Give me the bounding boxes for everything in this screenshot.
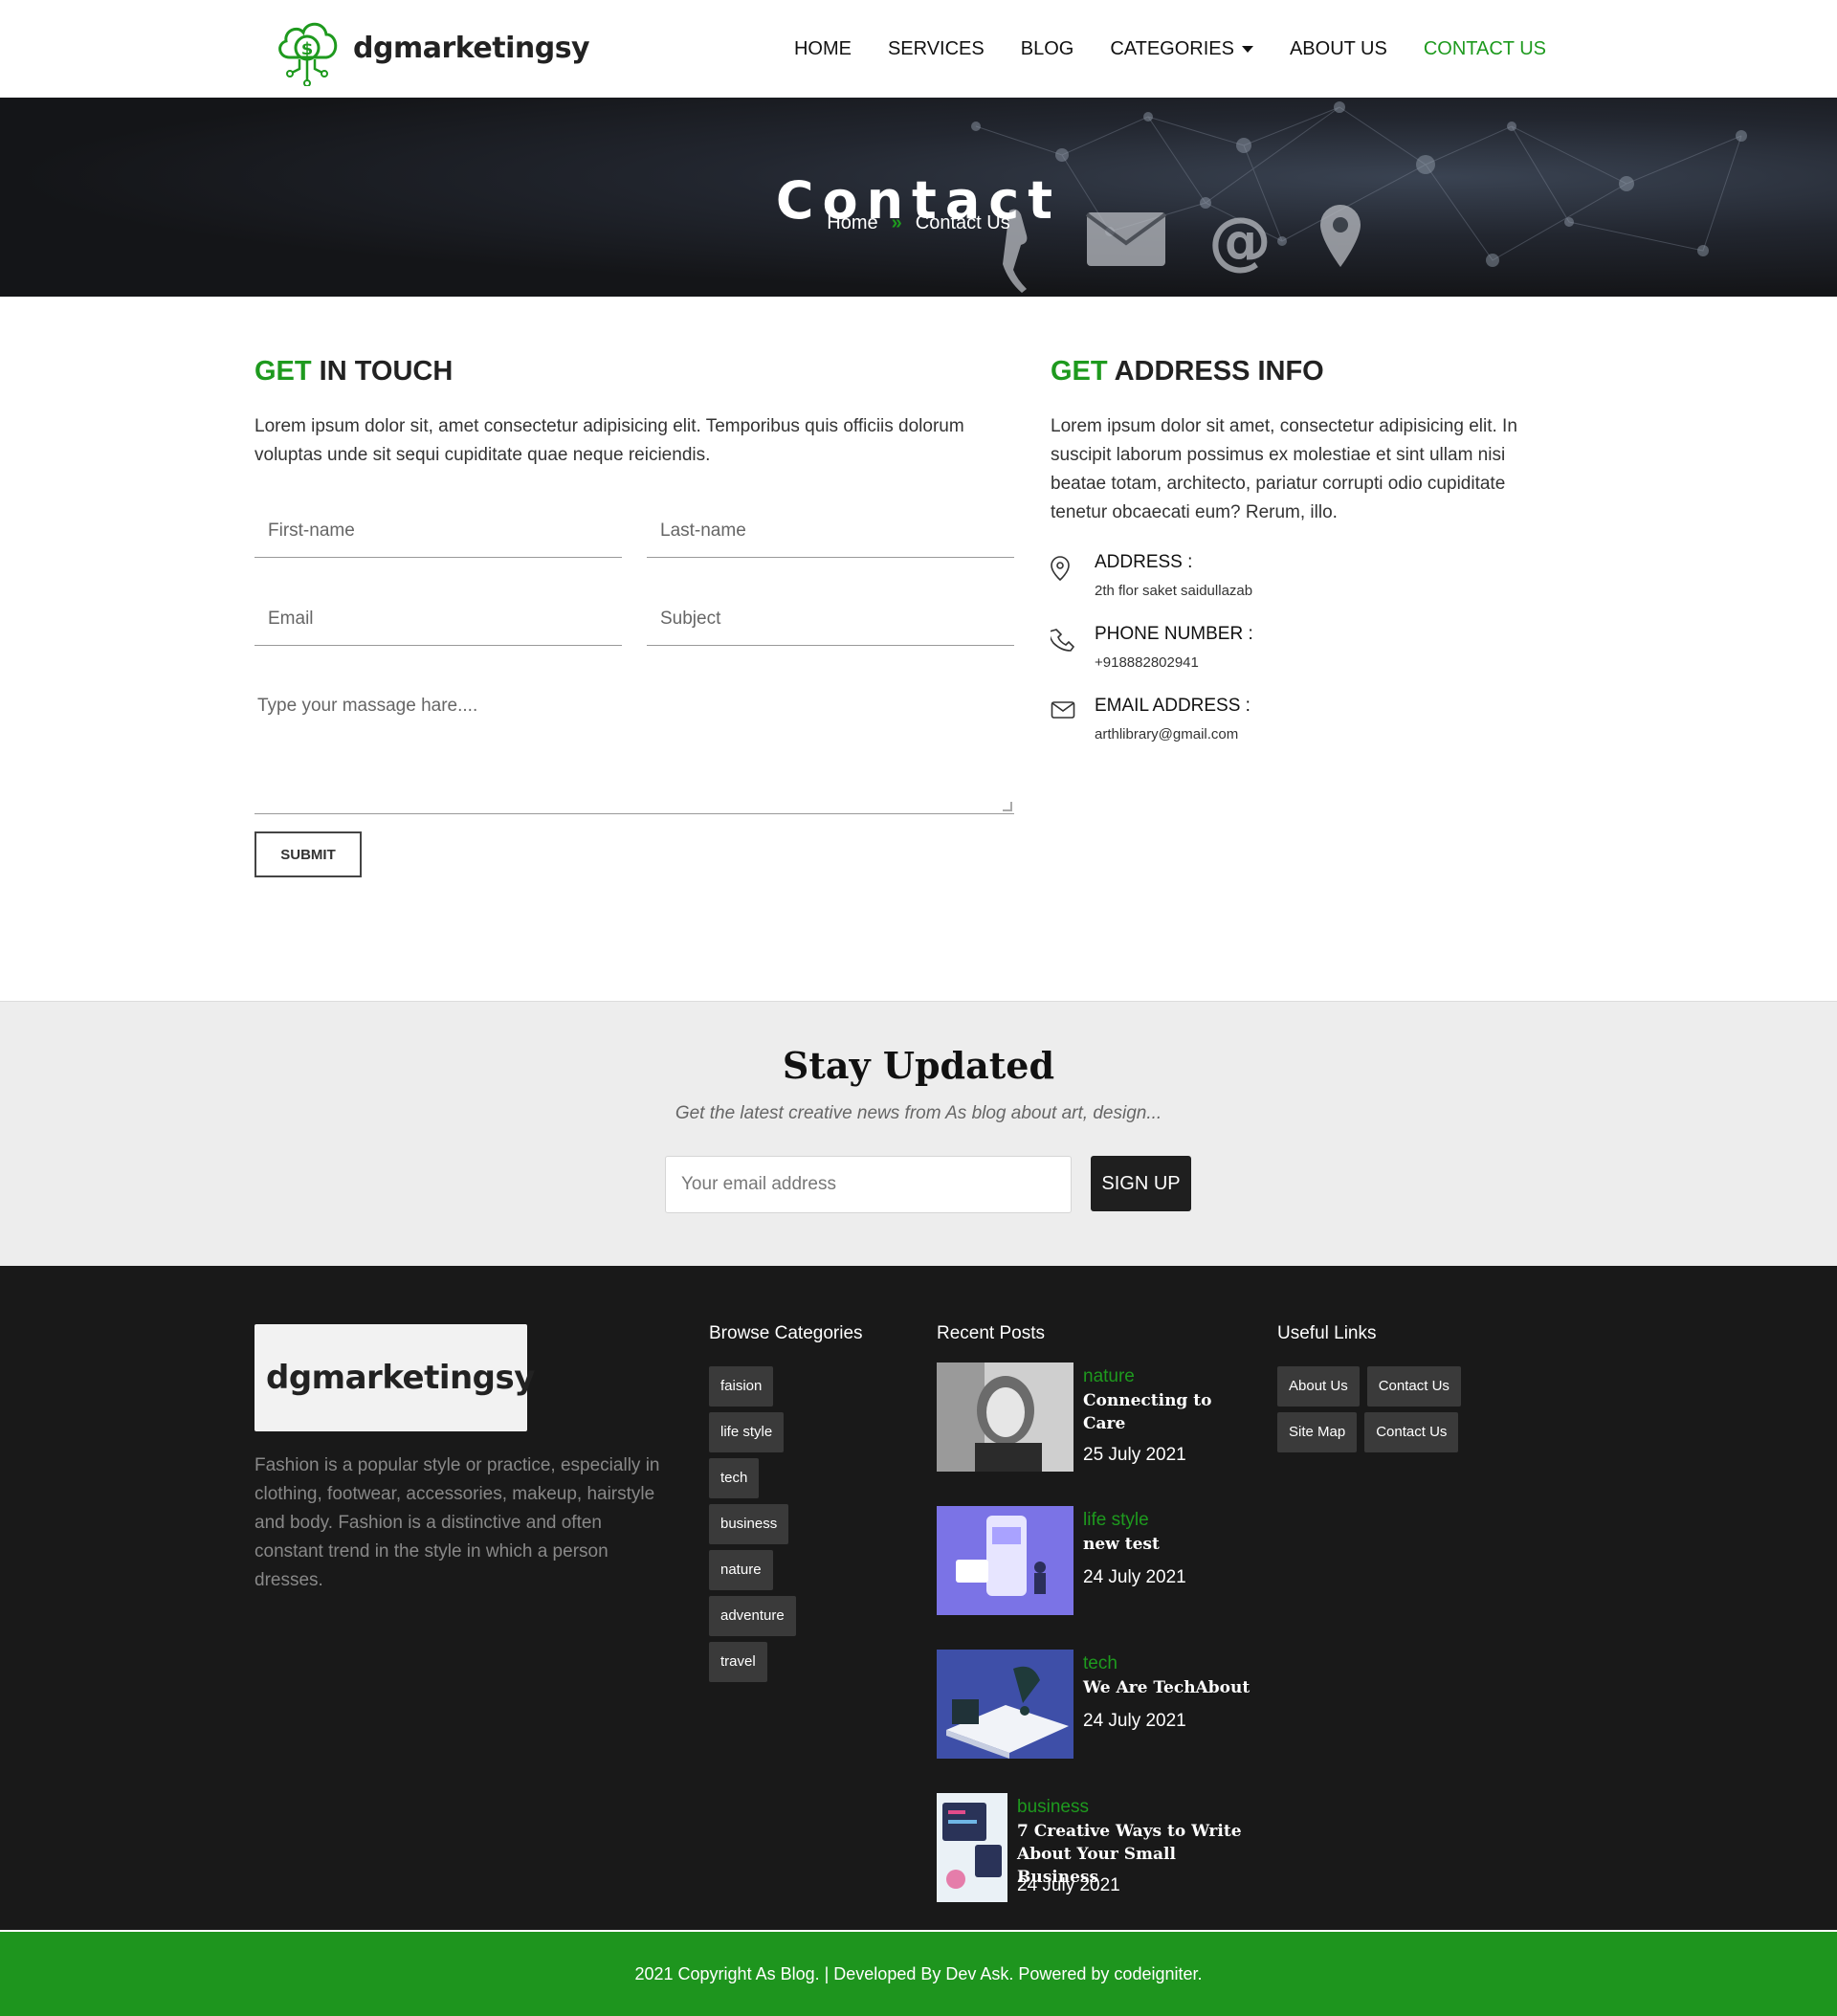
footer-site-name: dgmarketingsy — [266, 1359, 535, 1397]
useful-links-heading: Useful Links — [1277, 1323, 1377, 1343]
contact-section: GET IN TOUCH Lorem ipsum dolor sit, amet… — [0, 297, 1837, 1001]
page-banner: @ Contact Home » Contact Us — [0, 98, 1837, 297]
svg-text:$: $ — [301, 39, 314, 59]
recent-post[interactable]: business 7 Creative Ways to Write About … — [937, 1793, 1243, 1937]
post-category[interactable]: nature — [1083, 1366, 1135, 1387]
message-placeholder: Type your massage hare.... — [257, 696, 478, 716]
map-pin-icon — [1051, 552, 1073, 599]
post-thumbnail[interactable] — [937, 1506, 1073, 1615]
useful-link[interactable]: Contact Us — [1366, 1366, 1461, 1407]
phone-value: +918882802941 — [1095, 654, 1199, 671]
envelope-icon — [1051, 696, 1075, 742]
category-tag[interactable]: life style — [709, 1412, 785, 1452]
breadcrumb-current: Contact Us — [915, 212, 1010, 233]
post-thumbnail[interactable] — [937, 1362, 1073, 1472]
breadcrumb: Home » Contact Us — [0, 212, 1837, 234]
post-category[interactable]: tech — [1083, 1653, 1118, 1674]
category-tags: faision life style tech business nature … — [709, 1366, 796, 1682]
category-tag[interactable]: faision — [709, 1366, 774, 1407]
heading-accent: GET — [255, 356, 312, 387]
post-category[interactable]: business — [1017, 1797, 1089, 1818]
category-tag[interactable]: nature — [709, 1550, 773, 1590]
post-title[interactable]: Connecting to Care — [1083, 1389, 1250, 1435]
top-navbar: $ dgmarketingsy HOME SERVICES BLOG CATEG… — [0, 0, 1837, 98]
copyright-bar: 2021 Copyright As Blog. | Developed By D… — [0, 1932, 1837, 2016]
get-in-touch-heading: GET IN TOUCH — [255, 356, 1014, 388]
useful-link[interactable]: About Us — [1277, 1366, 1360, 1407]
address-info-heading: GET ADDRESS INFO — [1051, 356, 1548, 388]
site-name: dgmarketingsy — [353, 31, 590, 65]
sign-up-button[interactable]: SIGN UP — [1091, 1156, 1191, 1211]
nav-categories-label: CATEGORIES — [1110, 37, 1234, 59]
heading-accent: GET — [1051, 356, 1108, 387]
breadcrumb-home[interactable]: Home — [827, 212, 877, 234]
resize-handle-icon[interactable] — [1003, 802, 1012, 811]
category-tag[interactable]: adventure — [709, 1596, 796, 1636]
get-in-touch-text: Lorem ipsum dolor sit, amet consectetur … — [255, 416, 964, 465]
contact-form-column: GET IN TOUCH Lorem ipsum dolor sit, amet… — [255, 356, 1014, 877]
nav-categories[interactable]: CATEGORIES — [1110, 38, 1253, 60]
main-nav: HOME SERVICES BLOG CATEGORIES ABOUT US C… — [794, 0, 1546, 98]
post-date: 24 July 2021 — [1083, 1567, 1186, 1587]
chevron-right-icon: » — [891, 212, 902, 233]
submit-button[interactable]: SUBMIT — [255, 831, 362, 877]
categories-heading: Browse Categories — [709, 1323, 863, 1343]
footer-about-text: Fashion is a popular style or practice, … — [255, 1455, 660, 1590]
recent-posts-heading: Recent Posts — [937, 1323, 1045, 1343]
site-footer: $ dgmarketingsy Fashion is a popular sty… — [0, 1266, 1837, 1930]
useful-link[interactable]: Site Map — [1277, 1412, 1358, 1452]
phone-label: PHONE NUMBER : — [1095, 624, 1253, 644]
post-date: 24 July 2021 — [1083, 1711, 1186, 1731]
address-label: ADDRESS : — [1095, 552, 1193, 572]
newsletter-section: Stay Updated Get the latest creative new… — [0, 1001, 1837, 1266]
address-value: 2th flor saket saidullazab — [1095, 583, 1253, 599]
post-date: 24 July 2021 — [1017, 1875, 1120, 1895]
address-info-text: Lorem ipsum dolor sit amet, consectetur … — [1051, 416, 1517, 522]
nav-home[interactable]: HOME — [794, 38, 852, 60]
category-tag[interactable]: travel — [709, 1642, 767, 1682]
email-item: EMAIL ADDRESS : arthlibrary@gmail.com — [1051, 696, 1548, 742]
newsletter-email-input[interactable]: Your email address — [665, 1156, 1072, 1213]
nav-services[interactable]: SERVICES — [888, 38, 985, 60]
newsletter-title: Stay Updated — [782, 1044, 1055, 1087]
nav-contact[interactable]: CONTACT US — [1424, 38, 1546, 60]
footer-logo[interactable]: $ dgmarketingsy — [255, 1324, 535, 1431]
phone-icon — [1049, 624, 1075, 671]
copyright-text: 2021 Copyright As Blog. | Developed By D… — [634, 1963, 1203, 1983]
cloud-dollar-logo-icon: $ — [278, 22, 338, 86]
first-name-field[interactable]: First-name — [255, 504, 622, 558]
email-label: EMAIL ADDRESS : — [1095, 696, 1250, 716]
post-title[interactable]: We Are TechAbout — [1083, 1676, 1250, 1699]
recent-post[interactable]: tech We Are TechAbout 24 July 2021 — [937, 1650, 1250, 1793]
phone-item: PHONE NUMBER : +918882802941 — [1049, 624, 1548, 671]
recent-post[interactable]: life style new test 24 July 2021 — [937, 1506, 1243, 1650]
subject-field[interactable]: Subject — [647, 592, 1014, 646]
last-name-field[interactable]: Last-name — [647, 504, 1014, 558]
category-tag[interactable]: business — [709, 1504, 789, 1544]
nav-blog[interactable]: BLOG — [1021, 38, 1074, 60]
newsletter-subtitle: Get the latest creative news from As blo… — [675, 1103, 1162, 1123]
post-thumbnail[interactable] — [937, 1650, 1073, 1759]
email-field[interactable]: Email — [255, 592, 622, 646]
post-title[interactable]: new test — [1083, 1533, 1250, 1556]
address-info-column: GET ADDRESS INFO Lorem ipsum dolor sit a… — [1049, 356, 1548, 742]
post-date: 25 July 2021 — [1083, 1445, 1186, 1465]
recent-post[interactable]: nature Connecting to Care 25 July 2021 — [937, 1362, 1243, 1506]
email-value[interactable]: arthlibrary@gmail.com — [1095, 726, 1250, 742]
heading-rest: IN TOUCH — [311, 356, 454, 387]
caret-down-icon — [1241, 45, 1253, 53]
category-tag[interactable]: tech — [709, 1458, 760, 1498]
nav-about[interactable]: ABOUT US — [1290, 38, 1387, 60]
site-logo[interactable]: $ dgmarketingsy — [273, 10, 590, 86]
recent-posts-list: nature Connecting to Care 25 July 2021 l… — [937, 1362, 1250, 1937]
heading-rest: ADDRESS INFO — [1107, 356, 1324, 387]
message-textarea[interactable]: Type your massage hare.... — [255, 690, 1014, 814]
address-item: ADDRESS : 2th flor saket saidullazab — [1051, 552, 1548, 599]
post-thumbnail[interactable] — [937, 1793, 1007, 1902]
useful-links: About Us Contact Us Site Map Contact Us — [1277, 1366, 1469, 1452]
useful-link[interactable]: Contact Us — [1364, 1412, 1459, 1452]
post-category[interactable]: life style — [1083, 1510, 1149, 1531]
